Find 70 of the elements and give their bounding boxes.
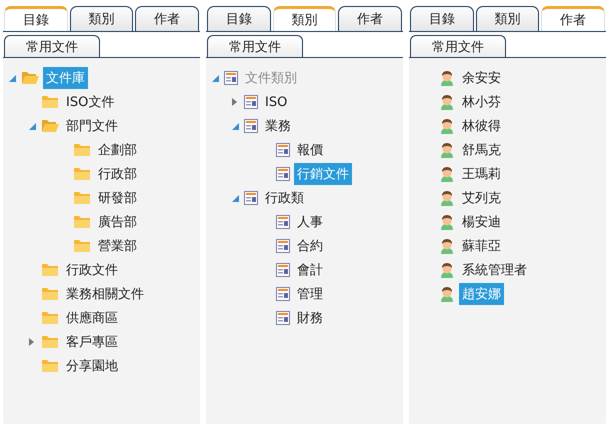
- list-window-icon: [276, 311, 290, 325]
- user-icon: [439, 94, 455, 110]
- user-icon: [439, 166, 455, 182]
- list-window-icon: [276, 215, 290, 229]
- tab[interactable]: 類別: [476, 6, 540, 31]
- favorites-button[interactable]: 常用文件: [4, 35, 100, 57]
- tree-item[interactable]: 蘇菲亞: [459, 235, 504, 257]
- open-folder-icon: [41, 119, 59, 133]
- tree-item[interactable]: 行政文件: [63, 259, 121, 281]
- tab[interactable]: 作者: [541, 6, 606, 31]
- favorites-button[interactable]: 常用文件: [410, 35, 506, 57]
- tab[interactable]: 作者: [338, 6, 402, 31]
- list-window-icon: [244, 95, 258, 109]
- folder-icon: [41, 263, 59, 277]
- favorites-button[interactable]: 常用文件: [207, 35, 303, 57]
- user-icon: [439, 262, 455, 278]
- tree-item[interactable]: 研發部: [95, 187, 140, 209]
- user-icon: [439, 214, 455, 230]
- tree-item[interactable]: 系統管理者: [459, 259, 530, 281]
- list-window-icon: [224, 71, 238, 85]
- open-folder-icon: [21, 71, 39, 85]
- folder-icon: [41, 359, 59, 373]
- list-window-icon: [276, 239, 290, 253]
- tree-item[interactable]: 林小芬: [459, 91, 504, 113]
- collapsed-triangle-icon[interactable]: [29, 338, 34, 346]
- tab[interactable]: 目錄: [4, 6, 68, 31]
- folder-icon: [73, 239, 91, 253]
- tree-item[interactable]: 業務相關文件: [63, 283, 147, 305]
- folder-icon: [73, 191, 91, 205]
- expanded-triangle-icon[interactable]: [29, 122, 36, 130]
- user-icon: [439, 142, 455, 158]
- tree-item[interactable]: 余安安: [459, 67, 504, 89]
- tree-item[interactable]: 王瑪莉: [459, 163, 504, 185]
- folder-icon: [41, 95, 59, 109]
- expanded-triangle-icon[interactable]: [9, 74, 16, 82]
- folder-icon: [73, 143, 91, 157]
- list-window-icon: [276, 167, 290, 181]
- tree-item[interactable]: 林彼得: [459, 115, 504, 137]
- list-window-icon: [276, 287, 290, 301]
- tab[interactable]: 類別: [70, 6, 134, 31]
- tree-item[interactable]: 艾列克: [459, 187, 504, 209]
- tree-item[interactable]: 分享園地: [63, 355, 121, 377]
- tree-item[interactable]: 廣告部: [95, 211, 140, 233]
- tree-item[interactable]: 行政部: [95, 163, 140, 185]
- list-window-icon: [244, 191, 258, 205]
- folder-icon: [73, 167, 91, 181]
- user-icon: [439, 190, 455, 206]
- list-window-icon: [244, 119, 258, 133]
- tab[interactable]: 類別: [272, 6, 336, 31]
- folder-icon: [73, 215, 91, 229]
- user-icon: [439, 118, 455, 134]
- tree-item[interactable]: 營業部: [95, 235, 140, 257]
- tree-item[interactable]: 供應商區: [63, 307, 121, 329]
- tab[interactable]: 作者: [135, 6, 200, 31]
- tree-item[interactable]: 舒馬克: [459, 139, 504, 161]
- tree-item[interactable]: 客戶專區: [63, 331, 121, 353]
- list-window-icon: [276, 143, 290, 157]
- folder-icon: [41, 287, 59, 301]
- tree-item[interactable]: 楊安迪: [459, 211, 504, 233]
- tree-item[interactable]: 企劃部: [95, 139, 140, 161]
- tree-item[interactable]: ISO文件: [63, 91, 118, 113]
- tab[interactable]: 目錄: [207, 6, 271, 31]
- user-icon: [439, 70, 455, 86]
- user-icon: [439, 238, 455, 254]
- folder-icon: [41, 311, 59, 325]
- list-window-icon: [276, 263, 290, 277]
- user-icon: [439, 286, 455, 302]
- tree-item[interactable]: 部門文件: [63, 115, 121, 137]
- tab[interactable]: 目錄: [410, 6, 474, 31]
- folder-icon: [41, 335, 59, 349]
